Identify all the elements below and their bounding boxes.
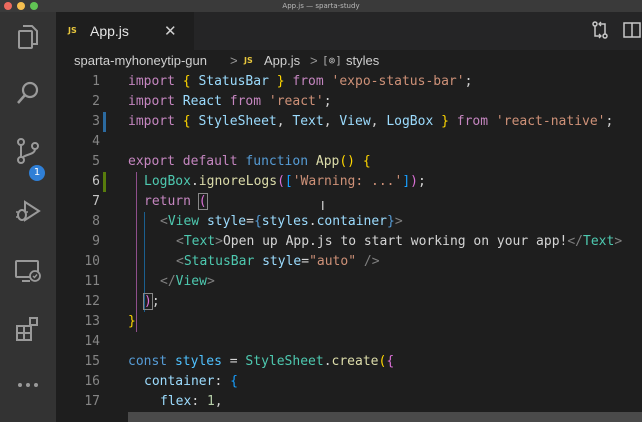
line-number: 5: [92, 154, 100, 169]
code-line-7: return (: [144, 193, 208, 210]
symbol-variable-icon: [⊚]: [322, 54, 342, 67]
more-icon[interactable]: [13, 370, 43, 400]
window-title: App.js — sparta-study: [282, 2, 360, 10]
code-line-17: flex: 1,: [160, 394, 223, 409]
code-line-6: LogBox.ignoreLogs(['Warning: ...']);: [144, 174, 426, 189]
compare-changes-icon[interactable]: [590, 20, 610, 40]
text-cursor-icon: I: [321, 199, 325, 213]
code-line-2: import React from 'react';: [128, 94, 332, 109]
split-editor-icon[interactable]: [622, 20, 642, 40]
line-number: 3: [92, 114, 100, 129]
line-number: 4: [92, 134, 100, 149]
extensions-icon[interactable]: [13, 314, 43, 344]
breadcrumb-separator: >: [310, 53, 318, 68]
line-number: 2: [92, 94, 100, 109]
code-line-8: <View style={styles.container}>: [160, 214, 403, 229]
modified-line-indicator: [103, 112, 106, 132]
zoom-window-button[interactable]: [30, 2, 38, 10]
remote-explorer-icon[interactable]: [13, 256, 43, 286]
explorer-icon[interactable]: [13, 22, 43, 52]
code-line-12: );: [143, 293, 160, 310]
source-control-badge: 1: [29, 165, 45, 181]
editor-tab-bar: JS App.js ✕: [56, 12, 642, 51]
source-control-icon[interactable]: [13, 136, 43, 166]
window-titlebar: App.js — sparta-study: [0, 0, 642, 12]
line-number: 17: [84, 394, 100, 409]
line-number: 10: [84, 254, 100, 269]
close-window-button[interactable]: [4, 2, 12, 10]
code-line-1: import { StatusBar } from 'expo-status-b…: [128, 74, 473, 89]
code-line-10: <StatusBar style="auto" />: [176, 254, 380, 269]
indent-guide: [136, 172, 137, 332]
search-icon[interactable]: [13, 78, 43, 108]
line-number: 12: [84, 294, 100, 309]
line-number: 7: [92, 194, 100, 209]
breadcrumb: sparta-myhoneytip-gun > JS App.js > [⊚] …: [56, 50, 642, 72]
line-number: 14: [84, 334, 100, 349]
run-debug-icon[interactable]: [13, 196, 43, 226]
line-number: 13: [84, 314, 100, 329]
modified-line-indicator: [103, 172, 106, 192]
breadcrumb-separator: >: [230, 53, 238, 68]
breadcrumb-folder[interactable]: sparta-myhoneytip-gun: [74, 50, 207, 72]
line-number: 15: [84, 354, 100, 369]
code-line-3: import { StyleSheet, Text, View, LogBox …: [128, 114, 614, 129]
code-line-15: const styles = StyleSheet.create({: [128, 354, 395, 369]
line-number: 11: [84, 274, 100, 289]
line-number: 16: [84, 374, 100, 389]
breadcrumb-symbol[interactable]: styles: [346, 50, 379, 72]
code-line-13: }: [128, 314, 136, 329]
close-tab-button[interactable]: ✕: [164, 22, 177, 40]
code-line-9: <Text>Open up App.js to start working on…: [176, 234, 623, 249]
line-number: 9: [92, 234, 100, 249]
code-editor[interactable]: 1 2 3 4 5 6 7 8 9 10 11 12 13 14 15 16 17 import { Statu…: [56, 72, 642, 422]
horizontal-scrollbar[interactable]: [128, 412, 642, 422]
line-number: 8: [92, 214, 100, 229]
code-line-11: </View>: [160, 274, 215, 289]
javascript-file-icon: JS: [68, 26, 77, 35]
line-number: 1: [92, 74, 100, 89]
tab-app-js[interactable]: JS App.js ✕: [56, 12, 194, 51]
code-line-5: export default function App() {: [128, 154, 371, 169]
activity-bar: 1: [0, 12, 56, 422]
code-line-16: container: {: [144, 374, 238, 389]
minimize-window-button[interactable]: [17, 2, 25, 10]
tab-label: App.js: [90, 23, 129, 39]
javascript-file-icon: JS: [244, 56, 253, 65]
breadcrumb-file[interactable]: App.js: [264, 50, 300, 72]
line-number: 6: [92, 174, 100, 189]
